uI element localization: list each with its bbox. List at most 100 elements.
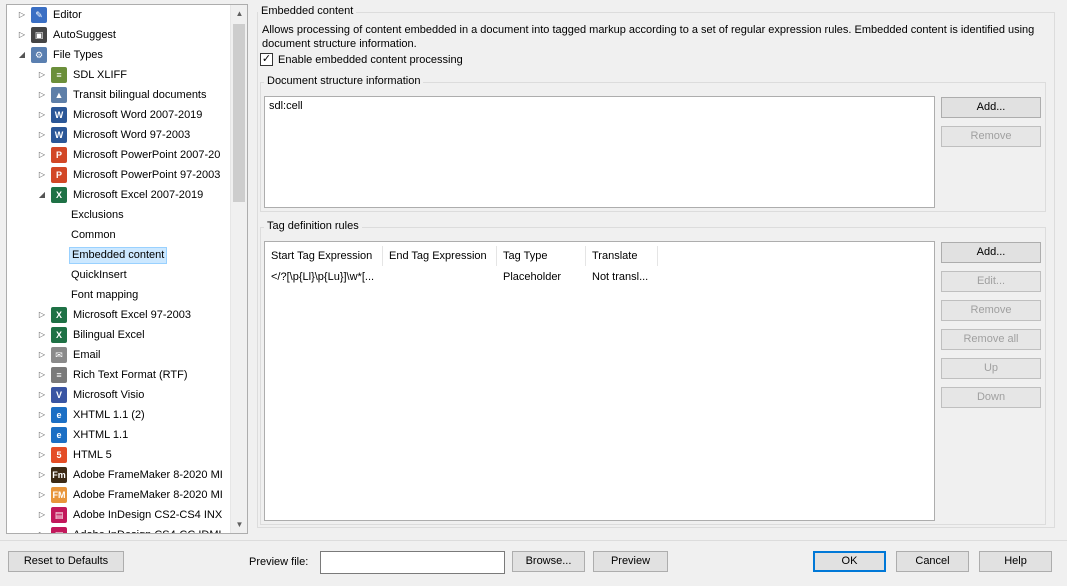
- tree-item-label: QuickInsert: [71, 268, 127, 281]
- tree-item[interactable]: ◢ ⚙ File Types: [17, 45, 105, 65]
- doc-structure-item[interactable]: sdl:cell: [269, 100, 303, 112]
- tree-item[interactable]: ▷ ▣ AutoSuggest: [17, 25, 118, 45]
- tree-item[interactable]: ▷ V Microsoft Visio: [37, 385, 146, 405]
- tree-item[interactable]: ▷ ✉ Email: [37, 345, 103, 365]
- collapsed-arrow-icon[interactable]: ▷: [37, 465, 47, 485]
- tree-item[interactable]: ▷ FM Adobe FrameMaker 8-2020 MI: [37, 485, 225, 505]
- collapsed-arrow-icon[interactable]: ▷: [37, 65, 47, 85]
- tree-item[interactable]: Embedded content: [55, 245, 168, 265]
- doc-structure-add-button[interactable]: Add...: [941, 97, 1041, 118]
- column-header-end-tag[interactable]: End Tag Expression: [383, 246, 497, 266]
- collapsed-arrow-icon[interactable]: ▷: [37, 125, 47, 145]
- tree-item[interactable]: ▷ W Microsoft Word 2007-2019: [37, 105, 204, 125]
- collapsed-arrow-icon[interactable]: ▷: [37, 365, 47, 385]
- tag-rules-remove-button[interactable]: Remove: [941, 300, 1041, 321]
- table-cell-translate[interactable]: Not transl...: [586, 268, 658, 286]
- tree-item[interactable]: ◢ X Microsoft Excel 2007-2019: [37, 185, 205, 205]
- collapsed-arrow-icon[interactable]: ▷: [37, 385, 47, 405]
- enable-embedded-checkbox[interactable]: ✓: [260, 53, 273, 66]
- tag-rules-up-button[interactable]: Up: [941, 358, 1041, 379]
- dialog-footer: Reset to Defaults Preview file: Browse..…: [0, 540, 1067, 586]
- collapsed-arrow-icon[interactable]: ▷: [17, 25, 27, 45]
- collapsed-arrow-icon[interactable]: ▷: [17, 5, 27, 25]
- collapsed-arrow-icon[interactable]: ▷: [37, 85, 47, 105]
- scrollbar-thumb[interactable]: [233, 24, 245, 202]
- tree-item-label: Font mapping: [71, 288, 139, 301]
- tree-scrollbar[interactable]: ▲ ▼: [230, 5, 247, 533]
- scroll-up-arrow-icon[interactable]: ▲: [231, 5, 247, 22]
- tag-rules-table[interactable]: Start Tag Expression End Tag Expression …: [264, 241, 935, 521]
- table-cell-start-tag[interactable]: </?[\p{Ll}\p{Lu}]\w*[...: [265, 268, 381, 286]
- collapsed-arrow-icon[interactable]: ▷: [37, 445, 47, 465]
- expanded-arrow-icon[interactable]: ◢: [37, 185, 47, 205]
- tree-item[interactable]: ▷ e XHTML 1.1: [37, 425, 130, 445]
- options-tree[interactable]: ▷ ✎ Editor ▷ ▣ AutoSuggest ◢ ⚙ File Types ▷ ≡ SDL X…: [6, 4, 248, 534]
- collapsed-arrow-icon[interactable]: ▷: [37, 405, 47, 425]
- rtf-icon: ≡: [51, 367, 67, 383]
- tree-item[interactable]: ▷ ▤ Adobe InDesign CS2-CS4 INX: [37, 505, 224, 525]
- expanded-arrow-icon[interactable]: ◢: [17, 45, 27, 65]
- embedded-content-title: Embedded content: [258, 5, 357, 17]
- tree-item[interactable]: ▷ ▤ Adobe InDesign CS4-CC IDML: [37, 525, 227, 533]
- tree-item-label: Microsoft Word 97-2003: [73, 128, 191, 141]
- tree-item[interactable]: ▷ X Bilingual Excel: [37, 325, 147, 345]
- tree-item-label: HTML 5: [73, 448, 112, 461]
- collapsed-arrow-icon[interactable]: ▷: [37, 505, 47, 525]
- tree-item[interactable]: ▷ ✎ Editor: [17, 5, 84, 25]
- table-cell-tag-type[interactable]: Placeholder: [497, 268, 585, 286]
- tag-rules-down-button[interactable]: Down: [941, 387, 1041, 408]
- tree-item[interactable]: QuickInsert: [55, 265, 129, 285]
- tag-rules-title: Tag definition rules: [264, 220, 362, 232]
- tree-item[interactable]: ▷ W Microsoft Word 97-2003: [37, 125, 192, 145]
- tag-rules-edit-button[interactable]: Edit...: [941, 271, 1041, 292]
- collapsed-arrow-icon[interactable]: ▷: [37, 145, 47, 165]
- cancel-button[interactable]: Cancel: [896, 551, 969, 572]
- powerpoint-legacy-icon: P: [51, 167, 67, 183]
- column-header-translate[interactable]: Translate: [586, 246, 658, 266]
- tree-item[interactable]: ▷ Fm Adobe FrameMaker 8-2020 MI: [37, 465, 225, 485]
- tree-item-label: Microsoft Excel 97-2003: [73, 308, 191, 321]
- tag-rules-add-button[interactable]: Add...: [941, 242, 1041, 263]
- ok-button[interactable]: OK: [813, 551, 886, 572]
- tree-item[interactable]: Common: [55, 225, 118, 245]
- column-header-tag-type[interactable]: Tag Type: [497, 246, 586, 266]
- collapsed-arrow-icon[interactable]: ▷: [37, 425, 47, 445]
- tree-item[interactable]: ▷ P Microsoft PowerPoint 97-2003: [37, 165, 222, 185]
- enable-embedded-row[interactable]: ✓ Enable embedded content processing: [260, 53, 463, 66]
- tree-item[interactable]: Exclusions: [55, 205, 126, 225]
- tree-item[interactable]: ▷ P Microsoft PowerPoint 2007-20: [37, 145, 222, 165]
- browse-button[interactable]: Browse...: [512, 551, 585, 572]
- collapsed-arrow-icon[interactable]: ▷: [37, 165, 47, 185]
- tree-item[interactable]: ▷ ≡ Rich Text Format (RTF): [37, 365, 190, 385]
- tree-item-label: Microsoft Visio: [73, 388, 145, 401]
- collapsed-arrow-icon[interactable]: ▷: [37, 325, 47, 345]
- tree-item[interactable]: ▷ e XHTML 1.1 (2): [37, 405, 147, 425]
- tree-item[interactable]: ▷ ≡ SDL XLIFF: [37, 65, 129, 85]
- tree-item-label: Adobe FrameMaker 8-2020 MI: [73, 468, 223, 481]
- preview-button[interactable]: Preview: [593, 551, 668, 572]
- tree-item[interactable]: Font mapping: [55, 285, 140, 305]
- collapsed-arrow-icon[interactable]: ▷: [37, 105, 47, 125]
- tree-item-label: AutoSuggest: [53, 28, 116, 41]
- tree-item[interactable]: ▷ ▲ Transit bilingual documents: [37, 85, 209, 105]
- enable-embedded-label: Enable embedded content processing: [278, 53, 463, 66]
- tree-item[interactable]: ▷ X Microsoft Excel 97-2003: [37, 305, 193, 325]
- reset-to-defaults-button[interactable]: Reset to Defaults: [8, 551, 124, 572]
- doc-structure-list[interactable]: sdl:cell: [264, 96, 935, 208]
- help-button[interactable]: Help: [979, 551, 1052, 572]
- collapsed-arrow-icon[interactable]: ▷: [37, 525, 47, 533]
- column-header-start-tag[interactable]: Start Tag Expression: [265, 246, 383, 266]
- preview-file-input[interactable]: [320, 551, 505, 574]
- indesign-idml-icon: ▤: [51, 527, 67, 533]
- preview-file-label: Preview file:: [249, 556, 309, 568]
- tree-item-label: Rich Text Format (RTF): [73, 368, 188, 381]
- doc-structure-remove-button[interactable]: Remove: [941, 126, 1041, 147]
- tree-item-label: Email: [73, 348, 101, 361]
- collapsed-arrow-icon[interactable]: ▷: [37, 305, 47, 325]
- scroll-down-arrow-icon[interactable]: ▼: [231, 516, 247, 533]
- collapsed-arrow-icon[interactable]: ▷: [37, 345, 47, 365]
- table-cell-end-tag[interactable]: [383, 268, 495, 286]
- tag-rules-remove-all-button[interactable]: Remove all: [941, 329, 1041, 350]
- tree-item[interactable]: ▷ 5 HTML 5: [37, 445, 114, 465]
- collapsed-arrow-icon[interactable]: ▷: [37, 485, 47, 505]
